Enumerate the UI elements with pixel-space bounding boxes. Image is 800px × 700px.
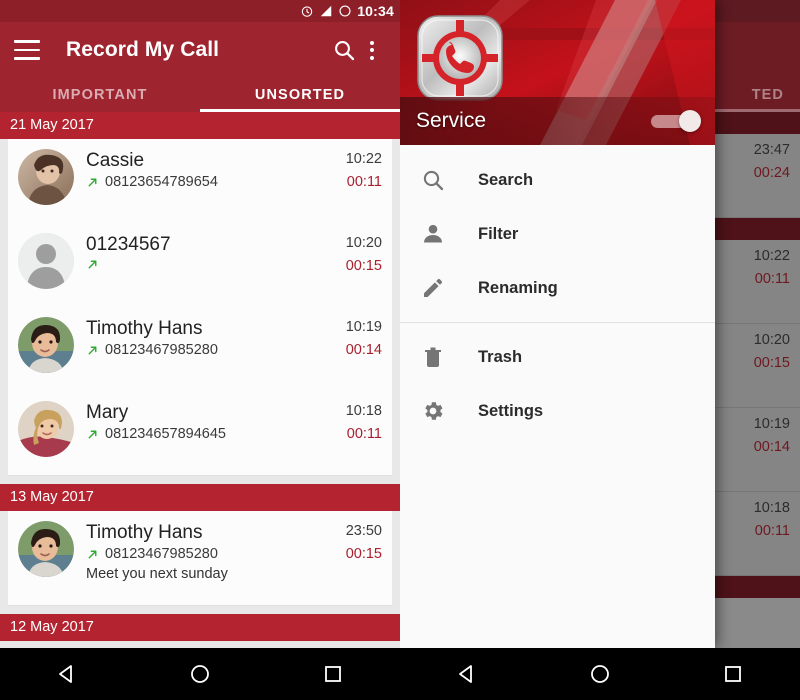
avatar xyxy=(18,149,74,205)
call-row[interactable]: Mary 081234657894645 10:18 00:11 xyxy=(8,391,392,475)
call-duration: 00:11 xyxy=(346,174,382,190)
phone-number: 081234657894645 xyxy=(105,426,226,443)
menu-item-label: Trash xyxy=(478,347,523,366)
trash-icon xyxy=(418,342,448,372)
menu-item-label: Renaming xyxy=(478,278,558,297)
call-time: 23:50 xyxy=(345,523,382,539)
home-circle-icon[interactable] xyxy=(178,652,222,696)
call-time: 10:19 xyxy=(345,319,382,335)
left-screen-call-list: 10:34 Record My Call IMPORTANT UNSORTED xyxy=(0,0,400,700)
service-label: Service xyxy=(416,109,487,132)
outgoing-call-arrow-icon xyxy=(88,346,97,355)
recents-square-icon[interactable] xyxy=(311,652,355,696)
navigation-drawer: Service Search Filter Renaming Trash Set… xyxy=(400,0,715,648)
phone-number: 08123654789654 xyxy=(105,174,218,191)
record-my-call-app-icon xyxy=(417,15,503,101)
call-row[interactable]: 01234567 10:20 00:15 xyxy=(8,223,392,307)
search-icon[interactable] xyxy=(330,36,358,64)
hamburger-icon[interactable] xyxy=(14,40,40,60)
contact-name: Cassie xyxy=(86,150,145,171)
android-navigation-bar xyxy=(0,648,800,700)
right-screen-navigation-drawer: TED 23:47 00:24 10:22 00:11 10:20 00:15 … xyxy=(400,0,800,700)
call-list[interactable]: 21 May 2017 Cassie 08123654789654 10:22 … xyxy=(0,112,400,648)
call-time: 10:22 xyxy=(345,151,382,167)
alarm-clock-icon xyxy=(301,6,313,17)
status-bar-clock: 10:34 xyxy=(357,3,394,19)
circle-icon xyxy=(339,5,351,17)
phone-number: 08123467985280 xyxy=(105,546,218,563)
date-header: 12 May 2017 xyxy=(0,614,400,641)
toggle-thumb xyxy=(679,110,701,132)
phone-number: 08123467985280 xyxy=(105,342,218,359)
drawer-header: Service xyxy=(400,0,715,145)
recents-square-icon[interactable] xyxy=(711,652,755,696)
call-duration: 00:14 xyxy=(345,342,382,358)
menu-divider xyxy=(400,322,715,323)
dual-screenshot-composite: 10:34 Record My Call IMPORTANT UNSORTED xyxy=(0,0,800,700)
service-toggle-switch[interactable] xyxy=(649,110,701,132)
call-time: 10:18 xyxy=(345,403,382,419)
back-triangle-icon[interactable] xyxy=(45,652,89,696)
date-header: 21 May 2017 xyxy=(0,112,400,139)
tab-bar: IMPORTANT UNSORTED xyxy=(0,78,400,112)
gear-icon xyxy=(418,396,448,426)
avatar xyxy=(18,317,74,373)
menu-item-search[interactable]: Search xyxy=(400,153,715,207)
menu-item-trash[interactable]: Trash xyxy=(400,330,715,384)
menu-item-settings[interactable]: Settings xyxy=(400,384,715,438)
call-duration: 00:15 xyxy=(345,258,382,274)
app-bar: Record My Call IMPORTANT UNSORTED xyxy=(0,22,400,112)
page-title: Record My Call xyxy=(66,38,220,61)
menu-item-label: Filter xyxy=(478,224,519,243)
background-tab-label: TED xyxy=(751,87,784,103)
search-icon xyxy=(418,165,448,195)
call-note: Meet you next sunday xyxy=(86,566,228,583)
signal-icon xyxy=(320,5,332,17)
outgoing-call-arrow-icon xyxy=(88,178,97,187)
date-header: 13 May 2017 xyxy=(0,484,400,511)
outgoing-call-arrow-icon xyxy=(88,430,97,439)
call-group: Cassie 08123654789654 10:22 00:11 012345… xyxy=(8,139,392,476)
home-circle-icon[interactable] xyxy=(578,652,622,696)
menu-item-renaming[interactable]: Renaming xyxy=(400,261,715,315)
call-duration: 00:11 xyxy=(346,426,382,442)
menu-item-label: Search xyxy=(478,170,534,189)
back-triangle-icon[interactable] xyxy=(445,652,489,696)
call-row[interactable]: Timothy Hans 08123467985280 Meet you nex… xyxy=(8,511,392,605)
nav-bar-left xyxy=(0,648,400,700)
outgoing-call-arrow-icon xyxy=(88,550,97,559)
more-vert-icon[interactable] xyxy=(358,36,386,64)
nav-bar-right xyxy=(400,648,800,700)
contact-name: Mary xyxy=(86,402,129,423)
contact-name: 01234567 xyxy=(86,234,171,255)
person-icon xyxy=(418,219,448,249)
call-duration: 00:15 xyxy=(345,546,382,562)
menu-item-label: Settings xyxy=(478,401,544,420)
outgoing-call-arrow-icon xyxy=(88,260,97,269)
avatar xyxy=(18,401,74,457)
drawer-menu: Search Filter Renaming Trash Settings xyxy=(400,145,715,438)
contact-name: Timothy Hans xyxy=(86,522,203,543)
menu-item-filter[interactable]: Filter xyxy=(400,207,715,261)
tab-important[interactable]: IMPORTANT xyxy=(0,78,200,112)
call-group: Timothy Hans 08123467985280 Meet you nex… xyxy=(8,511,392,606)
contact-name: Timothy Hans xyxy=(86,318,203,339)
tab-unsorted[interactable]: UNSORTED xyxy=(200,78,400,112)
service-row[interactable]: Service xyxy=(400,97,715,145)
pencil-icon xyxy=(418,273,448,303)
avatar xyxy=(18,521,74,577)
call-time: 10:20 xyxy=(345,235,382,251)
call-row[interactable]: Timothy Hans 08123467985280 10:19 00:14 xyxy=(8,307,392,391)
avatar xyxy=(18,233,74,289)
status-bar: 10:34 xyxy=(0,0,400,22)
call-row[interactable]: Cassie 08123654789654 10:22 00:11 xyxy=(8,139,392,223)
